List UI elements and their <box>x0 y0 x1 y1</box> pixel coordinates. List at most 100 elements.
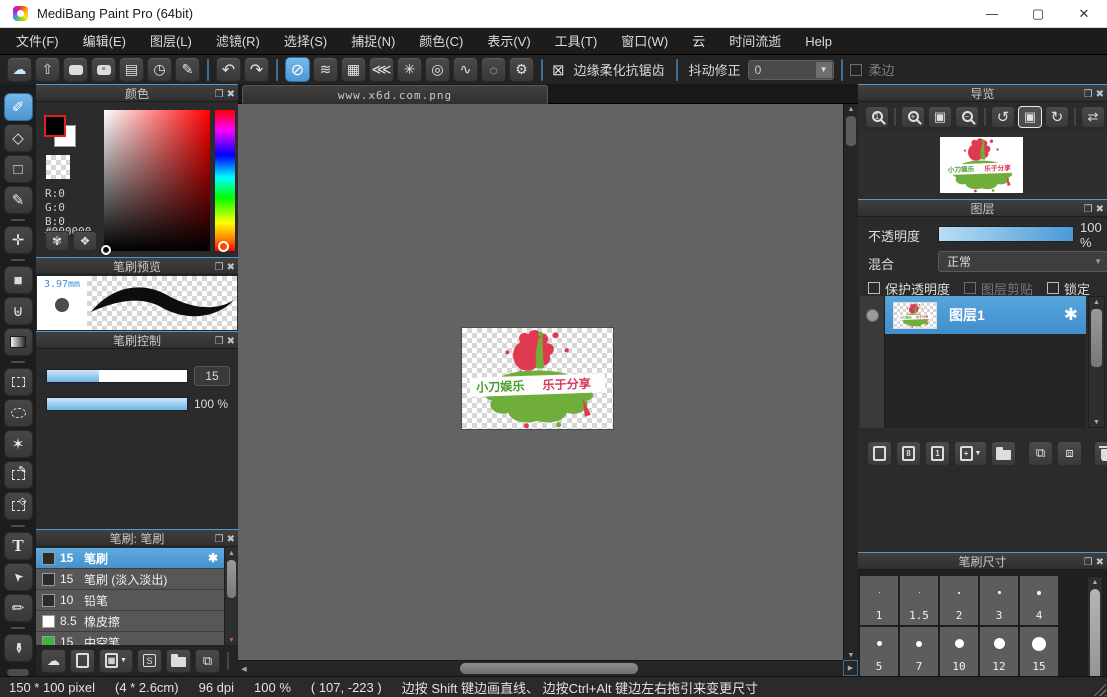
transparent-color-swatch[interactable] <box>46 155 70 179</box>
close-icon[interactable]: ✖ <box>227 336 235 347</box>
close-icon[interactable]: ✖ <box>1096 89 1104 100</box>
brush-list-item[interactable]: 15中空笔 <box>36 632 224 645</box>
tool-text[interactable]: T <box>4 532 33 560</box>
delete-layer-button[interactable] <box>1094 441 1107 466</box>
palette-transfer-button[interactable]: ❖ <box>73 231 97 251</box>
tool-lasso[interactable] <box>4 399 33 427</box>
close-icon[interactable]: ✖ <box>1096 557 1104 568</box>
popout-icon[interactable]: ❐ <box>1084 89 1093 100</box>
canvas-viewport[interactable] <box>238 104 843 660</box>
snap-settings-button[interactable]: ⚙ <box>509 57 534 82</box>
brush-list-item[interactable]: 15笔刷 (淡入淡出) <box>36 569 224 590</box>
menu-item[interactable]: 滤镜(R) <box>204 28 272 55</box>
chevron-down-icon[interactable]: ▼ <box>816 62 832 78</box>
canvas-vertical-scrollbar[interactable]: ▲ ▼ <box>843 104 858 660</box>
publish-button[interactable]: ⇧ <box>35 57 60 82</box>
navigator-thumbnail[interactable] <box>940 137 1023 193</box>
antialias-icon[interactable]: ⊠ <box>552 61 565 79</box>
clipping-checkbox[interactable]: 图层剪贴 <box>964 279 1033 298</box>
saturation-value-picker[interactable] <box>104 110 210 251</box>
menu-item[interactable]: 云 <box>680 28 717 55</box>
sv-cursor[interactable] <box>101 245 111 255</box>
merge-layer-button[interactable]: ⧈ <box>1057 441 1082 466</box>
brush-size-cell[interactable]: 1 <box>860 576 898 625</box>
close-icon[interactable]: ✖ <box>1096 204 1104 215</box>
brush-size-cell[interactable]: 3 <box>980 576 1018 625</box>
tool-polyline-pen[interactable]: ✎ <box>4 186 33 214</box>
edit-button[interactable]: ✎ <box>175 57 200 82</box>
rotate-cw-button[interactable]: ↻ <box>1045 106 1069 128</box>
minimize-button[interactable]: — <box>969 0 1015 27</box>
soft-edge-checkbox[interactable] <box>850 64 862 76</box>
brush-list-item[interactable]: 10铅笔 <box>36 590 224 611</box>
zoom-in-button[interactable]: + <box>901 106 925 128</box>
scrollbar-thumb[interactable] <box>227 560 236 598</box>
duplicate-brush-button[interactable]: ⧉ <box>195 649 220 673</box>
scroll-up-icon[interactable]: ▲ <box>1088 577 1102 587</box>
popout-icon[interactable]: ❐ <box>1084 557 1093 568</box>
tool-eraser[interactable]: ◇ <box>4 124 33 152</box>
history-button[interactable]: ◷ <box>147 57 172 82</box>
brush-list-item[interactable]: 15笔刷✱ <box>36 548 224 569</box>
brush-size-cell[interactable]: 4 <box>1020 576 1058 625</box>
tool-select-pen[interactable]: ✎ <box>4 461 33 489</box>
menu-item[interactable]: 窗口(W) <box>609 28 680 55</box>
brush-size-cell[interactable]: 15 <box>1020 627 1058 676</box>
snap-radial-button[interactable]: ✳ <box>397 57 422 82</box>
fit-screen-button[interactable]: ▣ <box>928 106 952 128</box>
protect-alpha-checkbox[interactable]: 保护透明度 <box>868 279 950 298</box>
brush-size-cell[interactable]: 10 <box>940 627 978 676</box>
gear-icon[interactable]: ✱ <box>208 551 218 565</box>
document-tab[interactable]: www.x6d.com.png <box>242 85 548 104</box>
popout-icon[interactable]: ❐ <box>215 89 224 100</box>
brush-folder-button[interactable] <box>166 649 191 673</box>
blend-mode-dropdown[interactable]: 正常 ▼ <box>938 251 1107 272</box>
popout-icon[interactable]: ❐ <box>215 262 224 273</box>
menu-item[interactable]: 文件(F) <box>4 28 71 55</box>
menu-item[interactable]: 编辑(E) <box>71 28 138 55</box>
menu-item[interactable]: Help <box>793 28 844 55</box>
brush-cloud-download-button[interactable]: ☁ <box>41 649 66 673</box>
brush-size-cell[interactable]: 2 <box>940 576 978 625</box>
menu-item[interactable]: 选择(S) <box>272 28 339 55</box>
snap-off-button[interactable]: ⊘ <box>285 57 310 82</box>
brush-list-item[interactable]: 8.5橡皮擦 <box>36 611 224 632</box>
scroll-down-icon[interactable]: ▼ <box>1089 417 1104 427</box>
close-icon[interactable]: ✖ <box>227 262 235 273</box>
tool-shape-rect[interactable]: □ <box>4 155 33 183</box>
rotate-ccw-button[interactable]: ↺ <box>991 106 1015 128</box>
navigator-view[interactable] <box>858 130 1107 199</box>
popout-icon[interactable]: ❐ <box>215 336 224 347</box>
new-layer-button[interactable] <box>867 441 892 466</box>
tool-move[interactable]: ✛ <box>4 226 33 254</box>
new-1bit-layer-button[interactable]: 1 <box>925 441 950 466</box>
scroll-up-icon[interactable]: ▲ <box>225 548 238 558</box>
brush-size-slider[interactable] <box>46 369 188 383</box>
canvas-horizontal-scrollbar[interactable]: ◀ <box>238 660 843 676</box>
cloud-button[interactable]: ☁ <box>7 57 32 82</box>
zoom-out-button[interactable]: − <box>955 106 979 128</box>
snap-curve-button[interactable]: ∿ <box>453 57 478 82</box>
visibility-icon[interactable] <box>866 309 879 322</box>
snap-grid-button[interactable]: ▦ <box>341 57 366 82</box>
scrollbar-thumb[interactable] <box>1091 309 1102 367</box>
scroll-up-icon[interactable]: ▲ <box>844 104 858 114</box>
redo-button[interactable]: ↷ <box>244 57 269 82</box>
community-button[interactable] <box>63 57 88 82</box>
tool-marker[interactable]: ✏ <box>4 594 33 622</box>
scroll-up-icon[interactable]: ▲ <box>1089 297 1104 307</box>
menu-item[interactable]: 工具(T) <box>543 28 610 55</box>
tool-eyedropper[interactable]: ✒ <box>4 634 33 662</box>
brush-opacity-slider[interactable] <box>46 397 188 411</box>
comment-button[interactable]: ≡ <box>91 57 116 82</box>
popout-icon[interactable]: ❐ <box>215 534 224 545</box>
canvas-image[interactable] <box>462 328 613 429</box>
scroll-down-icon[interactable]: ▼ <box>225 635 238 645</box>
hue-slider[interactable] <box>215 110 235 251</box>
reset-rotation-button[interactable]: ▣ <box>1018 106 1042 128</box>
tool-gradient[interactable] <box>4 328 33 356</box>
tool-magic-wand[interactable]: ✶ <box>4 430 33 458</box>
add-brush-button[interactable] <box>70 649 95 673</box>
scrollbar-thumb[interactable] <box>846 116 856 146</box>
tool-select-eraser[interactable]: ◇ <box>4 492 33 520</box>
